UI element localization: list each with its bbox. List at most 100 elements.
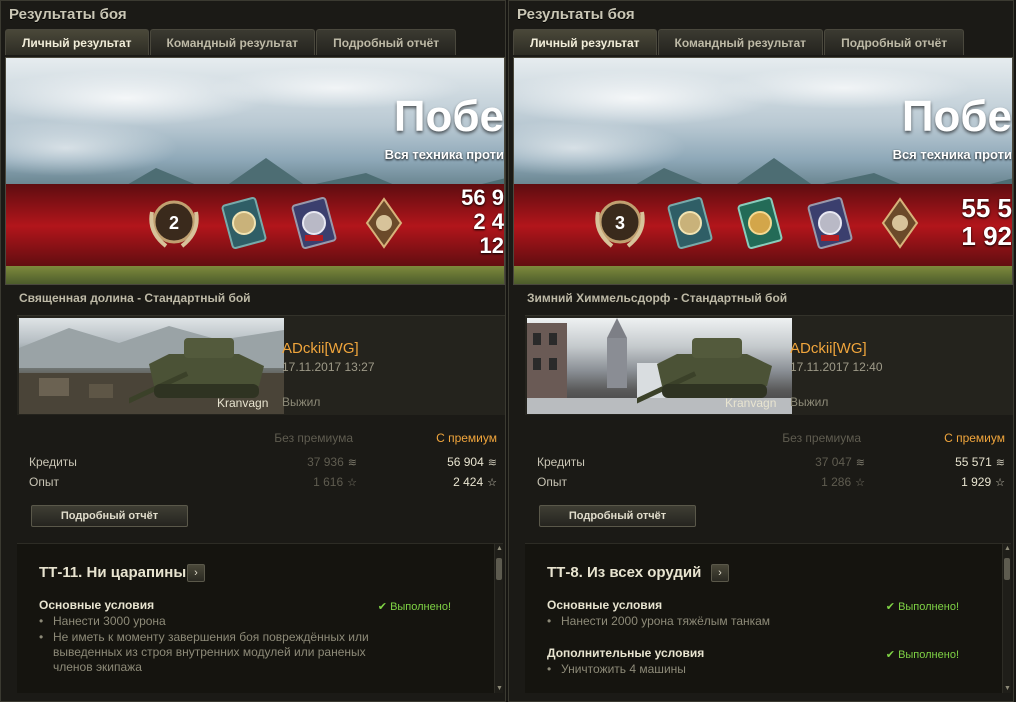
- vehicle-card: Kranvagn ADckii[WG] 17.11.2017 13:27 Выж…: [17, 315, 505, 415]
- check-icon: ✔: [885, 601, 899, 613]
- condition-item: Нанести 3000 урона: [39, 614, 379, 629]
- mission-title: ТТ-11. Ни царапины: [39, 564, 187, 581]
- credits-nonprem: 37 936 ≋: [307, 455, 357, 469]
- medal-icon-1[interactable]: [216, 192, 272, 254]
- tab-detailed-report[interactable]: Подробный отчёт: [824, 29, 965, 55]
- credits-icon: ≋: [995, 457, 1005, 469]
- xp-row: Опыт 1 286 ☆ 1 929 ☆: [537, 475, 1005, 493]
- personal-mission-panel: ТТ-11. Ни царапины › Основные условия ✔ …: [17, 543, 503, 693]
- check-icon: ✔: [377, 601, 391, 613]
- medal-icon-2[interactable]: [286, 192, 342, 254]
- mission-title: ТТ-8. Из всех орудий: [547, 564, 702, 581]
- xp-nonprem: 1 616 ☆: [313, 475, 357, 489]
- tab-detailed-report[interactable]: Подробный отчёт: [316, 29, 457, 55]
- banner-earnings: 55 5 1 92: [961, 194, 1012, 250]
- map-mode-title: Зимний Химмельсдорф - Стандартный бой: [527, 291, 788, 305]
- tab-personal-result[interactable]: Личный результат: [513, 29, 657, 55]
- mastery-level: 3: [614, 212, 625, 233]
- tab-personal-result[interactable]: Личный результат: [5, 29, 149, 55]
- tab-team-result[interactable]: Командный результат: [149, 29, 316, 55]
- mission-scrollbar[interactable]: ▲ ▼: [1002, 544, 1011, 693]
- banner-earnings: 56 9 2 4 12: [461, 186, 504, 258]
- credits-label: Кредиты: [29, 455, 77, 469]
- xp-star-icon: ☆: [995, 477, 1005, 489]
- medals-row: 2: [146, 192, 412, 254]
- header-with-premium: С премиум: [436, 431, 497, 445]
- xp-prem: 2 424 ☆: [453, 475, 497, 489]
- scroll-down-icon[interactable]: ▼: [1004, 685, 1011, 692]
- xp-prem: 1 929 ☆: [961, 475, 1005, 489]
- credits-nonprem: 37 047 ≋: [815, 455, 865, 469]
- window-title: Результаты боя: [9, 6, 127, 23]
- xp-label: Опыт: [29, 475, 59, 489]
- grass-strip: [514, 266, 1012, 284]
- detailed-report-button[interactable]: Подробный отчёт: [31, 505, 188, 527]
- credits-row: Кредиты 37 047 ≋ 55 571 ≋: [537, 455, 1005, 473]
- header-without-premium: Без премиума: [782, 431, 861, 445]
- battle-results-window-left: Результаты боя Личный результат Командны…: [0, 0, 506, 702]
- tab-bar: Личный результат Командный результат Под…: [513, 29, 965, 55]
- class-mastery-badge-icon[interactable]: 3: [592, 192, 648, 254]
- credits-row: Кредиты 37 936 ≋ 56 904 ≋: [29, 455, 497, 473]
- banner-credits-value: 55 5: [961, 193, 1012, 223]
- tab-team-result[interactable]: Командный результат: [657, 29, 824, 55]
- knuckles-badge-icon[interactable]: [356, 192, 412, 254]
- medal-icon-1[interactable]: [662, 192, 718, 254]
- battle-datetime: 17.11.2017 13:27: [282, 360, 375, 374]
- knuckles-badge-icon[interactable]: [872, 192, 928, 254]
- mission-arrow-button[interactable]: ›: [711, 564, 729, 582]
- section-title: Дополнительные условия: [547, 646, 705, 660]
- xp-star-icon: ☆: [347, 477, 357, 489]
- condition-item: Уничтожить 4 машины: [547, 662, 887, 677]
- condition-item: Нанести 2000 урона тяжёлым танкам: [547, 614, 887, 629]
- xp-label: Опыт: [537, 475, 567, 489]
- map-thumbnail: Kranvagn: [19, 318, 284, 414]
- tank-name: Kranvagn: [217, 396, 269, 410]
- personal-mission-panel: ТТ-8. Из всех орудий › Основные условия …: [525, 543, 1011, 693]
- credits-prem: 55 571 ≋: [955, 455, 1005, 469]
- class-mastery-badge-icon[interactable]: 2: [146, 192, 202, 254]
- banner-credits-value: 56 9: [461, 185, 504, 210]
- tab-bar: Личный результат Командный результат Под…: [5, 29, 457, 55]
- condition-item: Не иметь к моменту завершения боя повреж…: [39, 630, 379, 675]
- medals-row: 3: [592, 192, 928, 254]
- battle-results-window-right: Результаты боя Личный результат Командны…: [508, 0, 1014, 702]
- completed-label: ✔ Выполнено!: [885, 649, 959, 661]
- tank-name: Kranvagn: [725, 396, 777, 410]
- medal-icon-2[interactable]: [802, 192, 858, 254]
- window-title: Результаты боя: [517, 6, 635, 23]
- credits-icon: ≋: [347, 457, 357, 469]
- header-without-premium: Без премиума: [274, 431, 353, 445]
- scroll-up-icon[interactable]: ▲: [1004, 545, 1011, 552]
- credits-icon: ≋: [855, 457, 865, 469]
- mission-arrow-button[interactable]: ›: [187, 564, 205, 582]
- medal-icon-3[interactable]: [732, 192, 788, 254]
- result-banner: Побе Вся техника проти 3 55 5 1 92: [513, 57, 1013, 285]
- xp-star-icon: ☆: [855, 477, 865, 489]
- vehicle-card: Kranvagn ADckii[WG] 17.11.2017 12:40 Выж…: [525, 315, 1013, 415]
- victory-title: Побе: [393, 92, 504, 141]
- player-name[interactable]: ADckii[WG]: [282, 340, 359, 357]
- player-name[interactable]: ADckii[WG]: [790, 340, 867, 357]
- victory-title: Побе: [901, 92, 1012, 141]
- header-with-premium: С премиум: [944, 431, 1005, 445]
- xp-nonprem: 1 286 ☆: [821, 475, 865, 489]
- completed-label: ✔ Выполнено!: [885, 601, 959, 613]
- result-banner: Побе Вся техника проти 2 56 9 2 4 12: [5, 57, 505, 285]
- detailed-report-button[interactable]: Подробный отчёт: [539, 505, 696, 527]
- xp-star-icon: ☆: [487, 477, 497, 489]
- scroll-down-icon[interactable]: ▼: [496, 685, 503, 692]
- xp-row: Опыт 1 616 ☆ 2 424 ☆: [29, 475, 497, 493]
- scroll-thumb[interactable]: [496, 558, 502, 580]
- mission-scrollbar[interactable]: ▲ ▼: [494, 544, 503, 693]
- scroll-thumb[interactable]: [1004, 558, 1010, 580]
- banner-xp-value: 2 4: [473, 209, 504, 234]
- scroll-up-icon[interactable]: ▲: [496, 545, 503, 552]
- map-thumbnail: Kranvagn: [527, 318, 792, 414]
- banner-xp-value: 1 92: [961, 221, 1012, 251]
- map-mode-title: Священная долина - Стандартный бой: [19, 291, 251, 305]
- survival-status: Выжил: [790, 395, 829, 409]
- credits-label: Кредиты: [537, 455, 585, 469]
- battle-datetime: 17.11.2017 12:40: [790, 360, 883, 374]
- section-title: Основные условия: [39, 598, 155, 612]
